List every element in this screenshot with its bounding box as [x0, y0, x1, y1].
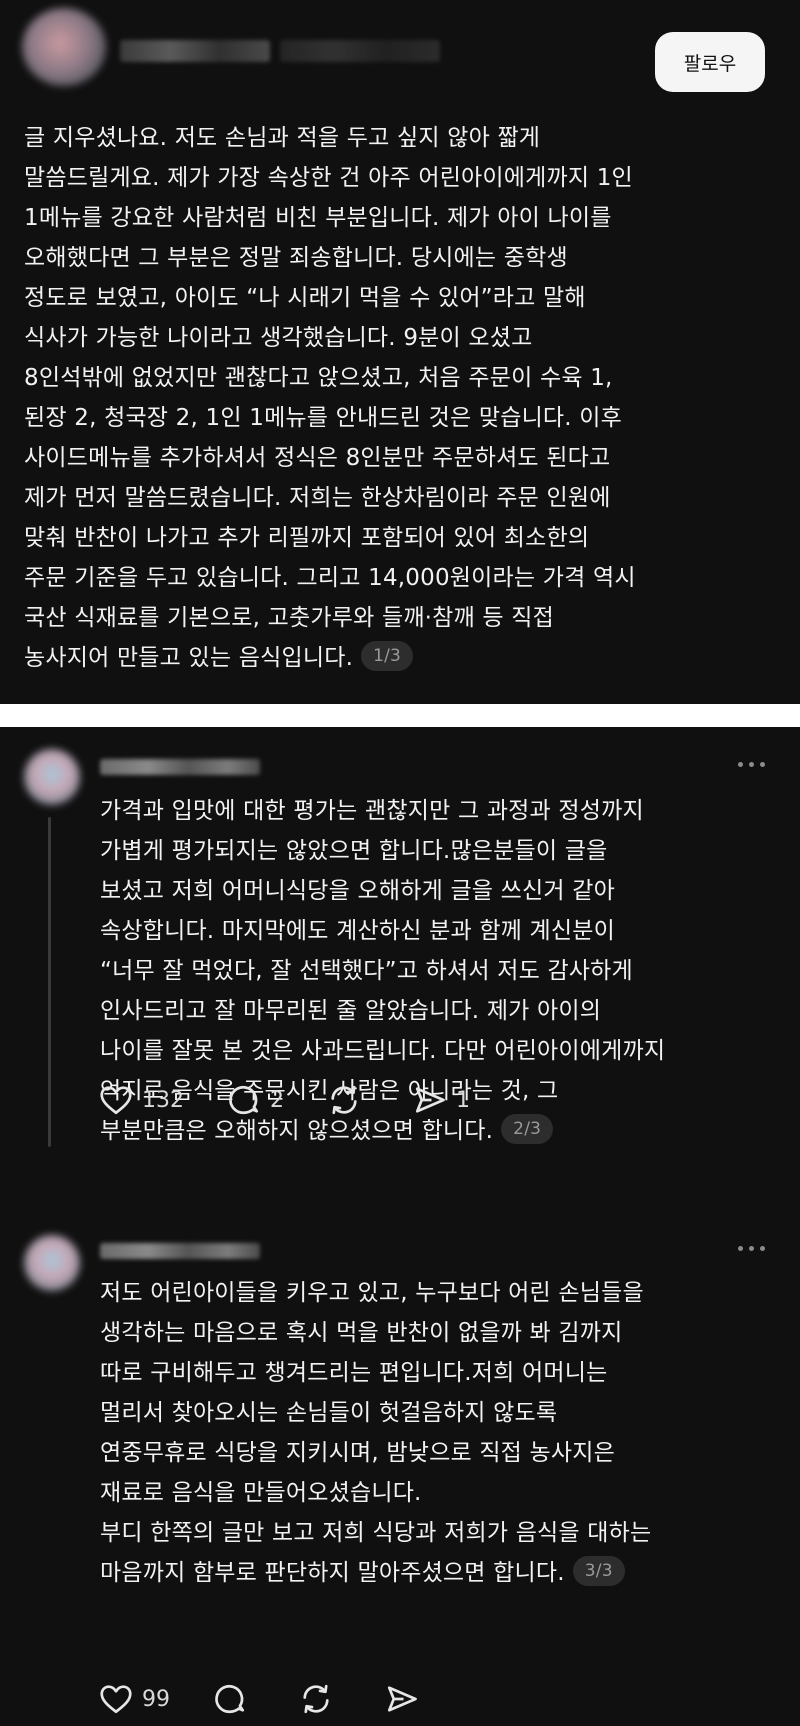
post-line: 8인석밖에 없었지만 괜찮다고 앉으셨고, 처음 주문이 수육 1,	[24, 365, 613, 391]
heart-icon	[100, 1086, 132, 1115]
avatar[interactable]	[24, 749, 80, 805]
reply-line: “너무 잘 먹었다, 잘 선택했다”고 하셔서 저도 감사하게	[100, 958, 633, 984]
comment-button[interactable]	[212, 1681, 256, 1717]
thread-connector	[48, 817, 51, 1147]
username-blurred[interactable]	[100, 1243, 260, 1259]
avatar[interactable]	[24, 1235, 80, 1291]
reply-line-text: 부분만큼은 오해하지 않으셨으면 합니다.	[100, 1118, 494, 1144]
reply-line: 나이를 잘못 본 것은 사과드립니다. 다만 어린아이에게까지	[100, 1038, 666, 1064]
reply-line: 생각하는 마음으로 혹시 먹을 반찬이 없을까 봐 김까지	[100, 1320, 623, 1346]
repost-icon	[331, 1085, 357, 1115]
share-button[interactable]	[384, 1681, 428, 1717]
post-line: 된장 2, 청국장 2, 1인 1메뉴를 안내드린 것은 맞습니다. 이후	[24, 405, 623, 431]
reply-actions: 99	[98, 1679, 470, 1719]
send-icon	[415, 1087, 445, 1113]
reply-line: 보셨고 저희 어머니식당을 오해하게 글을 쓰신거 같아	[100, 878, 615, 904]
post-line-text: 농사지어 만들고 있는 음식입니다.	[24, 645, 354, 671]
post-line: 식사가 가능한 나이라고 생각했습니다. 9분이 오셨고	[24, 325, 533, 351]
reply-body: 저도 어린아이들을 키우고 있고, 누구보다 어린 손님들을 생각하는 마음으로…	[100, 1273, 780, 1593]
comment-bubble-icon	[229, 1085, 259, 1115]
more-options-icon[interactable]	[736, 1243, 770, 1253]
repost-button[interactable]	[326, 1082, 370, 1118]
post-line: 1메뉴를 강요한 사람처럼 비친 부분입니다. 제가 아이 나이를	[24, 205, 612, 231]
username-blurred[interactable]	[100, 759, 260, 775]
reply-line: 속상합니다. 마지막에도 계산하신 분과 함께 계신분이	[100, 918, 615, 944]
username-blurred[interactable]	[120, 40, 270, 62]
post-body: 글 지우셨나요. 저도 손님과 적을 두고 싶지 않아 짧게 말씀드릴게요. 제…	[24, 118, 784, 678]
like-count: 99	[142, 1686, 170, 1712]
like-button[interactable]: 99	[98, 1681, 170, 1717]
post-line: 말씀드릴게요. 제가 가장 속상한 건 아주 어린아이에게까지 1인	[24, 165, 633, 191]
comment-bubble-icon	[215, 1684, 245, 1714]
reply-line: 저도 어린아이들을 키우고 있고, 누구보다 어린 손님들을	[100, 1280, 644, 1306]
reply-line: 재료로 음식을 만들어오셨습니다.	[100, 1480, 422, 1506]
like-count: 132	[142, 1087, 184, 1113]
repost-button[interactable]	[298, 1681, 342, 1717]
repost-icon	[303, 1684, 329, 1714]
more-options-icon[interactable]	[736, 759, 770, 769]
post-panel: 팔로우 글 지우셨나요. 저도 손님과 적을 두고 싶지 않아 짧게 말씀드릴게…	[0, 0, 800, 704]
post-line: 글 지우셨나요. 저도 손님과 적을 두고 싶지 않아 짧게	[24, 125, 541, 151]
share-count: 1	[456, 1087, 470, 1113]
page-indicator: 1/3	[361, 640, 414, 671]
reply-line: 부디 한쪽의 글만 보고 저희 식당과 저희가 음식을 대하는	[100, 1520, 652, 1546]
reply-line: 가격과 입맛에 대한 평가는 괜찮지만 그 과정과 정성까지	[100, 798, 644, 824]
post-line: 제가 먼저 말씀드렸습니다. 저희는 한상차림이라 주문 인원에	[24, 485, 611, 511]
reply-line-text: 마음까지 함부로 판단하지 말아주셨으면 합니다.	[100, 1560, 565, 1586]
reply-line: 연중무휴로 식당을 지키시며, 밤낮으로 직접 농사지은	[100, 1440, 615, 1466]
page-indicator: 3/3	[572, 1555, 625, 1586]
comment-button[interactable]: 2	[226, 1082, 284, 1118]
reply-line: 마음까지 함부로 판단하지 말아주셨으면 합니다. 3/3	[100, 1553, 780, 1593]
follow-button[interactable]: 팔로우	[655, 32, 765, 92]
share-button[interactable]: 1	[412, 1082, 470, 1118]
post-line: 사이드메뉴를 추가하셔서 정식은 8인분만 주문하셔도 된다고	[24, 445, 611, 471]
post-line: 오해했다면 그 부분은 정말 죄송합니다. 당시에는 중학생	[24, 245, 568, 271]
post-line: 국산 식재료를 기본으로, 고춧가루와 들깨·참깨 등 직접	[24, 605, 555, 631]
reply-line: 인사드리고 잘 마무리된 줄 알았습니다. 제가 아이의	[100, 998, 602, 1024]
comment-count: 2	[270, 1087, 284, 1113]
avatar[interactable]	[22, 8, 106, 86]
post-line: 맞춰 반찬이 나가고 추가 리필까지 포함되어 있어 최소한의	[24, 525, 590, 551]
reply-line: 멀리서 찾아오시는 손님들이 헛걸음하지 않도록	[100, 1400, 558, 1426]
send-icon	[387, 1686, 417, 1712]
like-button[interactable]: 132	[98, 1082, 184, 1118]
reply-line: 따로 구비해두고 챙겨드리는 편입니다.저희 어머니는	[100, 1360, 608, 1386]
reply-actions: 132 2 1	[98, 1080, 512, 1120]
heart-icon	[100, 1685, 132, 1714]
username-blurred-extension	[280, 40, 440, 62]
post-line: 정도로 보였고, 아이도 “나 시래기 먹을 수 있어”라고 말해	[24, 285, 586, 311]
replies-panel: 가격과 입맛에 대한 평가는 괜찮지만 그 과정과 정성까지 가볍게 평가되지는…	[0, 727, 800, 1726]
reply-line: 가볍게 평가되지는 않았으면 합니다.많은분들이 글을	[100, 838, 608, 864]
post-line: 농사지어 만들고 있는 음식입니다. 1/3	[24, 638, 784, 678]
post-line: 주문 기준을 두고 있습니다. 그리고 14,000원이라는 가격 역시	[24, 565, 636, 591]
